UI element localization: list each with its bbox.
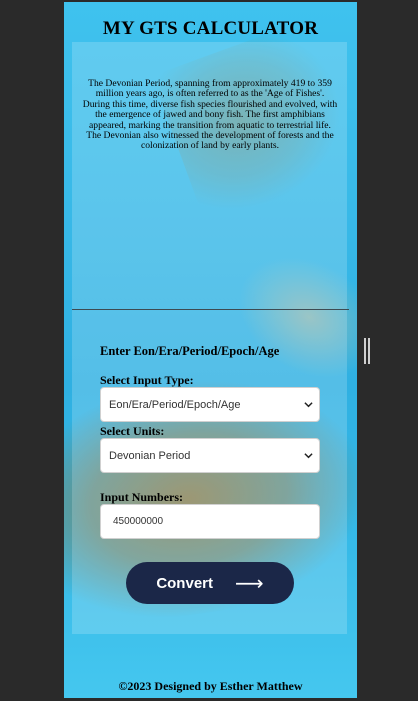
footer-credit: ©2023 Designed by Esther Matthew: [118, 679, 303, 693]
units-label: Select Units:: [100, 424, 165, 438]
input-type-value: Eon/Era/Period/Epoch/Age: [109, 398, 241, 411]
chevron-down-icon: [304, 402, 313, 408]
page-title: MY GTS CALCULATOR: [102, 18, 319, 39]
convert-label: Convert: [156, 574, 213, 592]
arrow-right-icon: ⟶: [235, 572, 264, 595]
form-heading: Enter Eon/Era/Period/Epoch/Age: [100, 344, 280, 358]
numbers-input[interactable]: 450000000: [100, 504, 320, 539]
numbers-label: Input Numbers:: [100, 490, 184, 504]
chevron-down-icon: [304, 453, 313, 459]
input-type-select[interactable]: Eon/Era/Period/Epoch/Age: [100, 387, 320, 422]
divider: [72, 309, 349, 310]
convert-button[interactable]: Convert ⟶: [126, 562, 294, 604]
period-description: The Devonian Period, spanning from appro…: [82, 78, 338, 152]
resize-handle-icon[interactable]: [364, 338, 370, 364]
app-viewport: MY GTS CALCULATOR The Devonian Period, s…: [64, 2, 357, 698]
input-type-label: Select Input Type:: [100, 373, 194, 387]
numbers-input-value: 450000000: [113, 516, 164, 527]
units-select[interactable]: Devonian Period: [100, 438, 320, 473]
units-value: Devonian Period: [109, 449, 191, 462]
